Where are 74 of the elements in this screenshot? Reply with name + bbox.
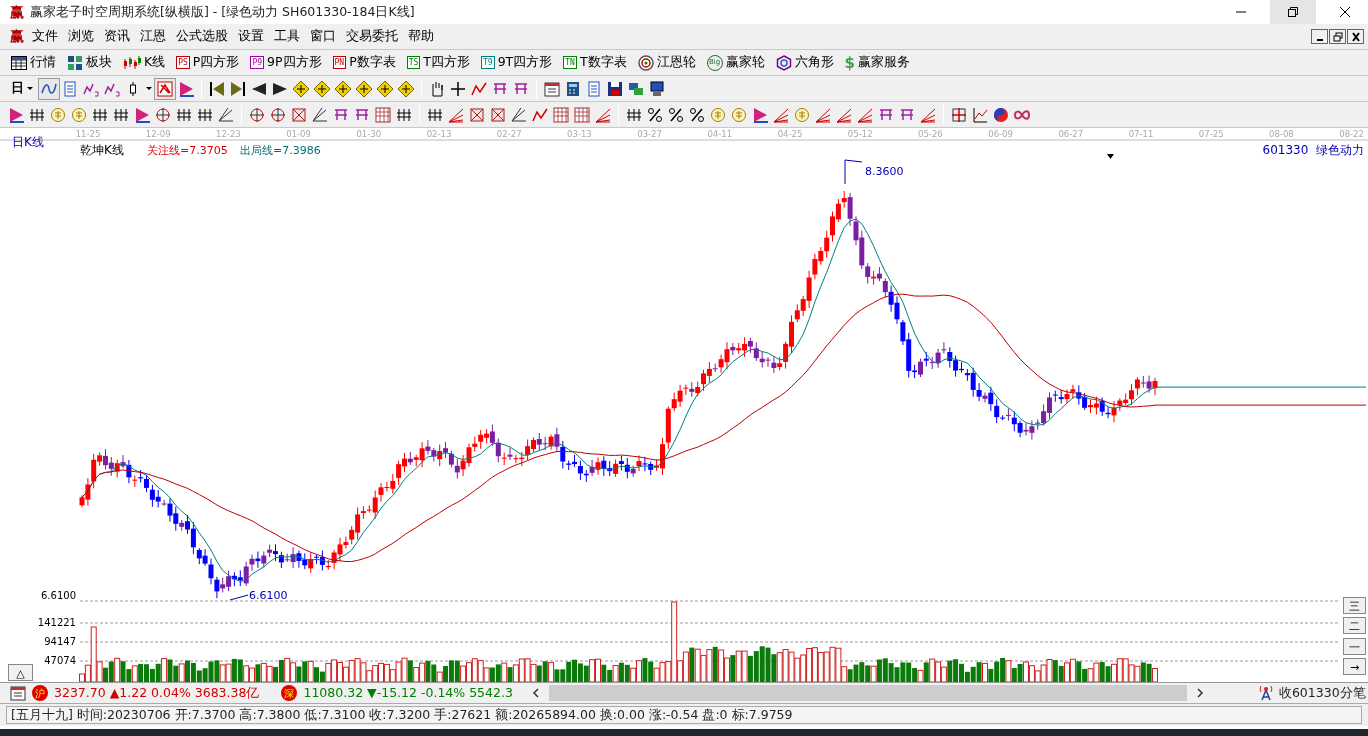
watch-line-label: 关注线=7.3705 (147, 144, 228, 157)
zoom-button[interactable]: → (1343, 658, 1366, 675)
stock-label: 601330 绿色动力 (1262, 143, 1364, 157)
volume-axis-label: 47074 (44, 655, 76, 666)
tag-icon: TS (406, 56, 421, 69)
date-label: 03-27 (637, 129, 662, 139)
menu-item[interactable]: 江恩 (135, 25, 171, 48)
tag-icon: T9 (481, 56, 495, 69)
date-label: 05-26 (918, 129, 943, 139)
zoom-button[interactable]: 二 (1343, 617, 1366, 634)
date-label: 04-11 (707, 129, 733, 139)
index-quote: 11080.32 ▼-15.12 -0.14% 5542.3 (303, 683, 513, 702)
toolbar-button[interactable]: $ 赢家服务 (839, 52, 915, 73)
date-label: 05-12 (847, 129, 873, 139)
date-label: 02-13 (426, 129, 452, 139)
toolbar-button[interactable]: PN P数字表 (327, 52, 401, 73)
menu-item[interactable]: 资讯 (99, 25, 135, 48)
chart-period-label: 日K线 (12, 135, 44, 149)
toolbar-button[interactable]: TN T数字表 (558, 52, 632, 73)
menu-item[interactable]: 帮助 (403, 25, 439, 48)
date-label: 11-25 (75, 129, 101, 139)
zoom-button[interactable]: 一 (1343, 638, 1366, 655)
toolbar-button[interactable]: P9 9P四方形 (245, 52, 327, 73)
price-axis-label: 6.6100 (41, 590, 76, 601)
toolbar-button[interactable]: T9 9T四方形 (476, 52, 558, 73)
indicator-label: 乾坤K线 (80, 143, 124, 157)
dollar-icon: $ (844, 55, 855, 70)
index-quote: 3237.70 ▲1.22 0.04% 3683.38亿 (54, 683, 260, 702)
menu-item[interactable]: 公式选股 (171, 25, 233, 48)
toolbar-button[interactable]: 江恩轮 (632, 52, 701, 73)
period-dropdown[interactable]: 日 (6, 78, 38, 99)
menu-item[interactable]: 工具 (269, 25, 305, 48)
date-label: 02-27 (496, 129, 522, 139)
toolbar-button[interactable]: TS T四方形 (401, 52, 475, 73)
volume-axis-label: 94147 (44, 636, 76, 647)
date-label: 04-25 (777, 129, 803, 139)
menu-item[interactable]: 设置 (233, 25, 269, 48)
status-text: [五月十九] 时间:20230706 开:7.3700 高:7.3800 低:7.3100 收:7.3200 手:27621 额:20265894.00 换:0.00 涨:-0.54 盘:0 标:7.9759 (6, 706, 1362, 724)
menu-item[interactable]: 窗口 (305, 25, 341, 48)
menu-item[interactable]: 浏览 (63, 25, 99, 48)
toolbar-button[interactable]: 板块 (62, 52, 117, 73)
tag-icon: TN (563, 56, 577, 69)
date-label: 08-08 (1269, 129, 1294, 139)
tag-icon: P9 (250, 56, 265, 69)
menu-item[interactable]: 交易委托 (341, 25, 403, 48)
date-label: 07-25 (1198, 129, 1224, 139)
volume-axis-label: 141221 (37, 617, 76, 628)
menu-item[interactable]: 文件 (27, 25, 63, 48)
exit-line-label: 出局线=7.3986 (240, 144, 321, 157)
app-logo: 赢 (10, 27, 24, 46)
date-label: 01-09 (286, 129, 311, 139)
toolbar-button[interactable]: K线 (118, 52, 171, 73)
receive-label: 收601330分笔 (1278, 683, 1366, 702)
date-label: 06-09 (988, 129, 1013, 139)
date-label: 07-11 (1128, 129, 1154, 139)
tag-icon: PS (176, 56, 190, 69)
date-label: 01-30 (356, 129, 382, 139)
market-badge: 沪 (32, 685, 48, 701)
date-label: 08-22 (1339, 129, 1364, 139)
date-label: 03-13 (567, 129, 592, 139)
toolbar-button[interactable]: 六角形 (770, 52, 839, 73)
market-badge: 深 (281, 685, 298, 701)
date-label: 12-23 (216, 129, 241, 139)
toolbar-button[interactable]: PS P四方形 (171, 52, 245, 73)
low-price-label: 6.6100 (249, 589, 288, 602)
collapse-button[interactable]: △ (8, 664, 33, 681)
zoom-button[interactable]: 三 (1343, 597, 1366, 614)
high-price-label: 8.3600 (865, 165, 904, 178)
toolbar-button[interactable]: 行情 (6, 52, 61, 73)
tag-icon: PN (332, 56, 347, 69)
window-title: 赢家老子时空周期系统[纵横版] - [绿色动力 SH601330-184日K线] (30, 2, 415, 21)
app-logo: 赢 (10, 2, 24, 22)
date-label: 06-27 (1058, 129, 1084, 139)
date-label: 12-09 (145, 129, 171, 139)
